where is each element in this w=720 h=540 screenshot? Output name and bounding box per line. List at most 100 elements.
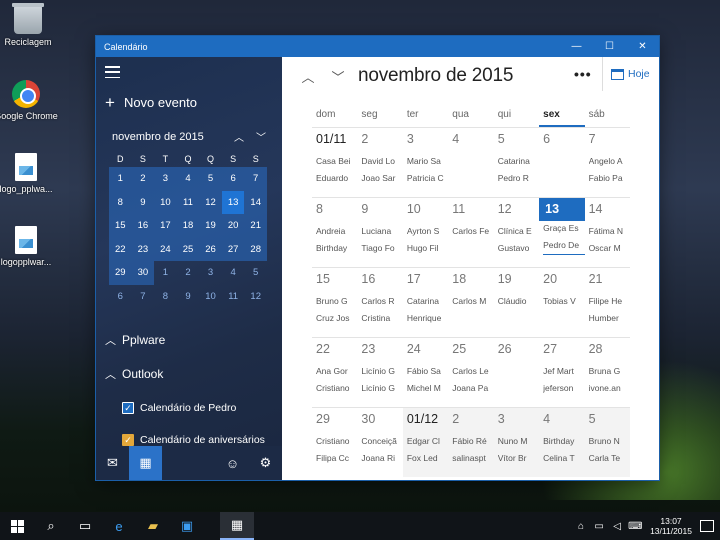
day-cell[interactable]: 24 Fábio Sa Michel M bbox=[402, 337, 449, 407]
day-cell[interactable]: 3 Mario Sa Patricia C bbox=[402, 127, 449, 197]
day-cell[interactable]: 3 Nuno M Vítor Br bbox=[493, 407, 540, 477]
mini-day[interactable]: 24 bbox=[154, 237, 177, 261]
event-item[interactable]: Bruna G bbox=[589, 364, 630, 381]
day-cell[interactable]: 15 Bruno G Cruz Jos bbox=[312, 267, 358, 337]
day-cell[interactable]: 5 Catarina Pedro R bbox=[493, 127, 540, 197]
day-cell[interactable]: 12 Clínica E Gustavo bbox=[493, 197, 540, 267]
network-icon[interactable]: ▭ bbox=[592, 521, 606, 532]
event-item[interactable]: Fábio Ré bbox=[452, 434, 493, 451]
day-cell[interactable]: 23 Licínio G Licínio G bbox=[357, 337, 403, 407]
day-cell[interactable]: 5 Bruno N Carla Te bbox=[584, 407, 630, 477]
event-item[interactable]: Andreia bbox=[316, 224, 357, 241]
event-item[interactable]: Vítor Br bbox=[498, 451, 539, 468]
chevron-down-icon[interactable]: ﹀ bbox=[250, 129, 272, 144]
mini-day[interactable]: 1 bbox=[154, 261, 177, 285]
event-item[interactable]: Humber bbox=[589, 311, 630, 328]
event-item[interactable]: Catarina bbox=[407, 294, 448, 311]
feedback-smiley-icon[interactable]: ☺ bbox=[216, 446, 249, 480]
calendar-toggle-pedro[interactable]: ✓ Calendário de Pedro bbox=[122, 402, 236, 414]
event-item[interactable]: Cláudio bbox=[498, 294, 539, 311]
search-icon[interactable]: ⌕ bbox=[34, 512, 68, 540]
event-item[interactable]: Pedro De bbox=[543, 238, 585, 255]
mini-day[interactable]: 28 bbox=[244, 237, 267, 261]
day-cell-today[interactable]: 13 Graça Es Pedro De bbox=[539, 197, 585, 267]
mini-day[interactable]: 30 bbox=[131, 261, 155, 285]
mini-day[interactable]: 5 bbox=[199, 167, 222, 191]
mini-day[interactable]: 9 bbox=[131, 190, 155, 214]
day-cell[interactable]: 2 David Lo Joao Sar bbox=[357, 127, 403, 197]
mini-day[interactable]: 1 bbox=[109, 167, 132, 191]
mini-day[interactable]: 11 bbox=[176, 190, 200, 214]
mini-day[interactable]: 18 bbox=[176, 214, 200, 238]
mini-day[interactable]: 14 bbox=[244, 190, 267, 214]
event-item[interactable]: Bruno G bbox=[316, 294, 357, 311]
day-cell[interactable]: 6 bbox=[539, 127, 585, 197]
event-item[interactable]: Joana Pa bbox=[452, 381, 493, 398]
calendar-taskbar-icon[interactable]: ▦ bbox=[220, 512, 254, 540]
event-item[interactable]: Clínica E bbox=[498, 224, 539, 241]
mini-day[interactable]: 15 bbox=[109, 214, 132, 238]
section-outlook[interactable]: ︿ Outlook bbox=[105, 366, 163, 382]
day-cell[interactable]: 28 Bruna Givone.an bbox=[584, 337, 630, 407]
mini-day[interactable]: 27 bbox=[221, 237, 245, 261]
next-month-chevron-down-icon[interactable]: ﹀ bbox=[326, 67, 350, 86]
mini-day-today[interactable]: 13 bbox=[221, 190, 245, 214]
event-item[interactable]: Edgar Cl bbox=[407, 434, 448, 451]
mini-day[interactable]: 19 bbox=[199, 214, 222, 238]
event-item[interactable]: Ana Gor bbox=[316, 364, 357, 381]
mini-day[interactable]: 8 bbox=[154, 285, 177, 309]
event-item[interactable]: Cristina bbox=[361, 311, 402, 328]
chevron-up-icon[interactable]: ︿ bbox=[228, 129, 250, 144]
event-item[interactable]: salinaspt bbox=[452, 451, 493, 468]
day-cell[interactable]: 29 Cristiano Filipa Cc bbox=[312, 407, 358, 477]
event-item[interactable]: Henrique bbox=[407, 311, 448, 328]
mini-day[interactable]: 3 bbox=[154, 167, 177, 191]
desktop-icon-chrome[interactable]: Google Chrome bbox=[0, 80, 58, 122]
event-item[interactable]: Birthday bbox=[316, 241, 357, 258]
taskbar-clock[interactable]: 13:07 13/11/2015 bbox=[650, 516, 692, 536]
desktop-icon-recycle-bin[interactable]: Reciclagem bbox=[0, 3, 60, 48]
mini-day[interactable]: 17 bbox=[154, 214, 177, 238]
event-item[interactable]: Tobias V bbox=[543, 294, 584, 311]
event-item[interactable]: Joana Ri bbox=[361, 451, 402, 468]
day-cell[interactable]: 19 Cláudio bbox=[493, 267, 540, 337]
event-item[interactable]: Filipa Cc bbox=[316, 451, 357, 468]
mini-day[interactable]: 10 bbox=[154, 190, 177, 214]
event-item[interactable]: Cristiano bbox=[316, 381, 357, 398]
event-item[interactable]: Conceiçã bbox=[361, 434, 402, 451]
event-item[interactable]: Casa Bei bbox=[316, 154, 357, 171]
settings-gear-icon[interactable]: ⚙ bbox=[249, 446, 282, 480]
mini-day[interactable]: 10 bbox=[199, 285, 222, 309]
file-explorer-icon[interactable]: ▰ bbox=[136, 512, 170, 540]
event-item[interactable]: Carlos Fe bbox=[452, 224, 493, 241]
event-item[interactable]: ivone.an bbox=[589, 381, 630, 398]
event-item[interactable]: Ayrton S bbox=[407, 224, 448, 241]
event-item[interactable]: Carlos Le bbox=[452, 364, 493, 381]
event-item[interactable]: Luciana bbox=[361, 224, 402, 241]
event-item[interactable]: Hugo Fil bbox=[407, 241, 448, 258]
mini-day[interactable]: 16 bbox=[131, 214, 155, 238]
event-item[interactable]: Michel M bbox=[407, 381, 448, 398]
mini-day[interactable]: 7 bbox=[244, 167, 267, 191]
event-item[interactable]: Filipe He bbox=[589, 294, 630, 311]
day-cell[interactable]: 21 Filipe He Humber bbox=[584, 267, 630, 337]
desktop-icon-logopplware[interactable]: logopplwar... bbox=[0, 226, 58, 268]
hamburger-menu-icon[interactable] bbox=[105, 66, 120, 78]
mini-day[interactable]: 2 bbox=[131, 167, 155, 191]
people-icon[interactable]: ⌂ bbox=[574, 521, 588, 532]
day-cell[interactable]: 7 Angelo A Fabio Pa bbox=[584, 127, 630, 197]
day-cell[interactable]: 10 Ayrton S Hugo Fil bbox=[402, 197, 449, 267]
event-item[interactable]: jeferson bbox=[543, 381, 584, 398]
mini-day[interactable]: 8 bbox=[109, 190, 132, 214]
title-bar[interactable]: Calendário — ☐ ✕ bbox=[96, 36, 659, 57]
event-item[interactable]: Gustavo bbox=[498, 241, 539, 258]
mini-day[interactable]: 23 bbox=[131, 237, 155, 261]
day-cell[interactable]: 26 bbox=[493, 337, 540, 407]
mini-day[interactable]: 6 bbox=[109, 285, 132, 309]
event-item[interactable]: Cruz Jos bbox=[316, 311, 357, 328]
calendar-icon[interactable]: ▦ bbox=[129, 446, 162, 480]
event-item[interactable]: Fox Led bbox=[407, 451, 448, 468]
mini-day[interactable]: 11 bbox=[222, 285, 245, 309]
volume-icon[interactable]: ◁ bbox=[610, 521, 624, 532]
event-item[interactable]: Licínio G bbox=[361, 381, 402, 398]
